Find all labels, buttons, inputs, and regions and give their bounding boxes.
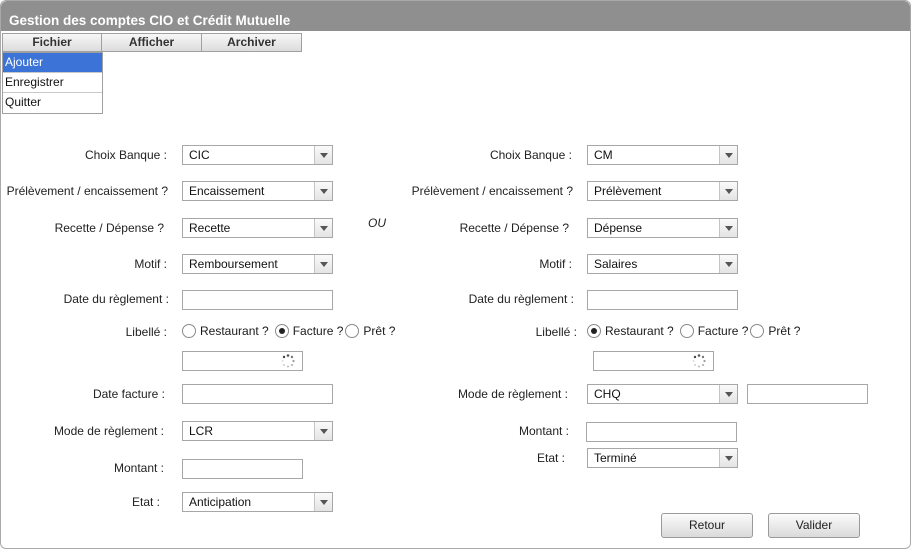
right-mode-extra-field[interactable]	[747, 384, 868, 404]
radio-selected-icon[interactable]	[587, 324, 601, 338]
left-motif-value: Remboursement	[189, 257, 278, 271]
radio-icon[interactable]	[345, 324, 360, 338]
radio-icon[interactable]	[182, 324, 196, 338]
left-recette-label: Recette / Dépense ?	[54, 221, 164, 235]
right-banque-label: Choix Banque :	[489, 148, 572, 162]
right-mode-label: Mode de règlement :	[457, 387, 568, 401]
right-banque-select[interactable]: CM	[587, 145, 738, 165]
left-mode-label: Mode de règlement :	[53, 424, 164, 438]
right-etat-label: Etat :	[536, 451, 565, 465]
left-mode-select[interactable]: LCR	[182, 421, 333, 441]
left-banque-label: Choix Banque :	[84, 148, 167, 162]
chevron-down-icon[interactable]	[314, 422, 332, 440]
radio-selected-icon[interactable]	[274, 324, 289, 338]
right-date-reglement-label: Date du règlement :	[468, 292, 574, 306]
left-etat-select[interactable]: Anticipation	[182, 492, 333, 512]
right-recette-label: Recette / Dépense ?	[459, 221, 569, 235]
main-window: Gestion des comptes CIO et Crédit Mutuel…	[0, 0, 911, 549]
menu-item-ajouter[interactable]: Ajouter	[3, 53, 102, 73]
chevron-down-icon[interactable]	[719, 449, 737, 467]
left-date-facture-label: Date facture :	[92, 387, 165, 401]
right-prelev-value: Prélèvement	[594, 184, 662, 198]
separator-ou: OU	[368, 216, 386, 230]
radio-icon[interactable]	[750, 324, 765, 338]
chevron-down-icon[interactable]	[314, 219, 332, 237]
right-motif-label: Motif :	[539, 257, 572, 271]
right-date-reglement-field[interactable]	[587, 290, 738, 310]
left-montant-field[interactable]	[182, 459, 303, 479]
right-libelle-option[interactable]: Facture ?	[679, 324, 748, 338]
loading-spinner-icon	[692, 354, 706, 368]
right-libelle-label: Libellé :	[535, 325, 577, 339]
right-libelle-option[interactable]: Restaurant ?	[587, 324, 674, 338]
left-libelle-option[interactable]: Prêt ?	[345, 324, 395, 338]
right-prelev-label: Prélèvement / encaissement ?	[411, 184, 573, 198]
right-etat-select[interactable]: Terminé	[587, 448, 738, 468]
left-prelev-select[interactable]: Encaissement	[182, 181, 333, 201]
right-montant-label: Montant :	[518, 424, 569, 438]
chevron-down-icon[interactable]	[719, 182, 737, 200]
left-date-facture-field[interactable]	[182, 384, 333, 404]
fichier-dropdown: Ajouter Enregistrer Quitter	[2, 52, 103, 114]
left-libelle-option[interactable]: Facture ?	[274, 324, 343, 338]
left-motif-label: Motif :	[134, 257, 167, 271]
chevron-down-icon[interactable]	[719, 219, 737, 237]
menu-afficher[interactable]: Afficher	[102, 33, 202, 52]
left-banque-select[interactable]: CIC	[182, 145, 333, 165]
left-libelle-label: Libellé :	[125, 325, 167, 339]
left-etat-label: Etat :	[131, 495, 160, 509]
left-prelev-value: Encaissement	[189, 184, 265, 198]
right-motif-value: Salaires	[594, 257, 638, 271]
menu-archiver[interactable]: Archiver	[202, 33, 302, 52]
loading-spinner-icon	[281, 354, 295, 368]
left-mode-value: LCR	[189, 424, 214, 438]
valider-button[interactable]: Valider	[768, 513, 860, 538]
chevron-down-icon[interactable]	[314, 182, 332, 200]
left-date-reglement-field[interactable]	[182, 290, 333, 310]
left-libelle-option[interactable]: Restaurant ?	[182, 324, 269, 338]
left-recette-select[interactable]: Recette	[182, 218, 333, 238]
left-etat-value: Anticipation	[189, 495, 252, 509]
window-title: Gestion des comptes CIO et Crédit Mutuel…	[1, 1, 910, 31]
left-recette-value: Recette	[189, 221, 231, 235]
chevron-down-icon[interactable]	[314, 146, 332, 164]
right-etat-value: Terminé	[594, 451, 637, 465]
menu-fichier[interactable]: Fichier	[2, 33, 102, 52]
left-montant-label: Montant :	[113, 461, 164, 475]
right-motif-select[interactable]: Salaires	[587, 254, 738, 274]
chevron-down-icon[interactable]	[314, 493, 332, 511]
right-libelle-radios: Restaurant ? Facture ? Prêt ?	[587, 324, 802, 338]
menu-item-quitter[interactable]: Quitter	[3, 93, 102, 113]
chevron-down-icon[interactable]	[719, 146, 737, 164]
retour-button[interactable]: Retour	[661, 513, 753, 538]
right-montant-field[interactable]	[586, 422, 737, 442]
right-mode-value: CHQ	[594, 387, 621, 401]
menubar: Fichier Afficher Archiver	[2, 33, 302, 52]
right-recette-select[interactable]: Dépense	[587, 218, 738, 238]
right-recette-value: Dépense	[594, 221, 643, 235]
chevron-down-icon[interactable]	[719, 385, 737, 403]
left-libelle-radios: Restaurant ? Facture ? Prêt ?	[182, 324, 397, 338]
right-libelle-spinbox[interactable]	[593, 351, 714, 371]
right-libelle-option[interactable]: Prêt ?	[750, 324, 800, 338]
right-prelev-select[interactable]: Prélèvement	[587, 181, 738, 201]
left-libelle-spinbox[interactable]	[182, 351, 303, 371]
chevron-down-icon[interactable]	[314, 255, 332, 273]
right-mode-select[interactable]: CHQ	[587, 384, 738, 404]
radio-icon[interactable]	[679, 324, 694, 338]
left-motif-select[interactable]: Remboursement	[182, 254, 333, 274]
left-date-reglement-label: Date du règlement :	[63, 292, 169, 306]
left-prelev-label: Prélèvement / encaissement ?	[6, 184, 168, 198]
right-banque-value: CM	[594, 148, 613, 162]
menu-item-enregistrer[interactable]: Enregistrer	[3, 73, 102, 93]
left-banque-value: CIC	[189, 148, 210, 162]
chevron-down-icon[interactable]	[719, 255, 737, 273]
